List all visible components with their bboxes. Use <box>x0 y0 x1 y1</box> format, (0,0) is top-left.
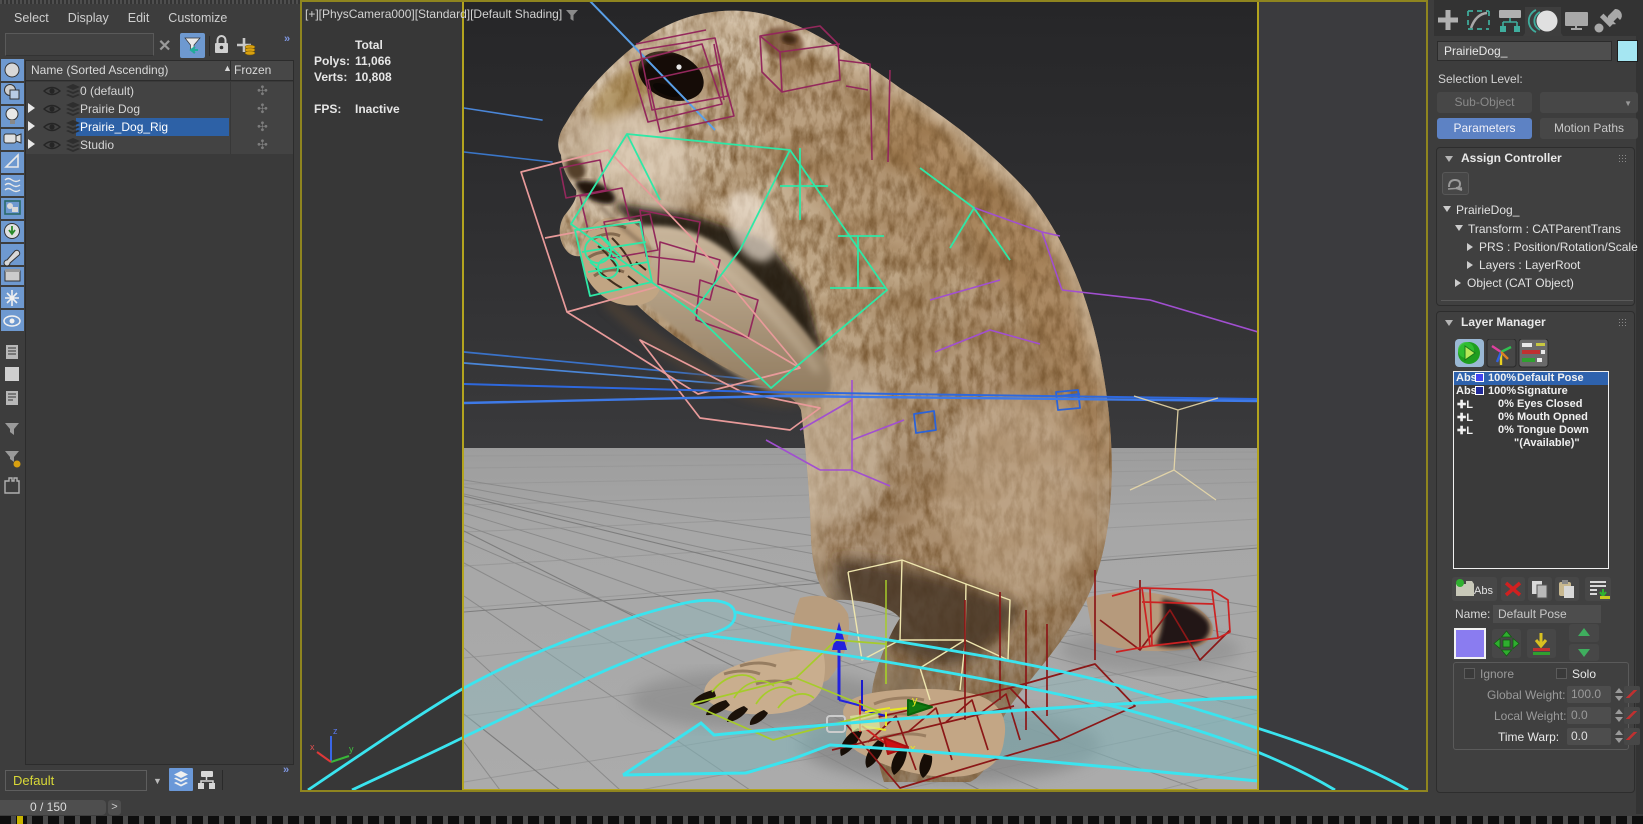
svg-text:z: z <box>333 726 338 736</box>
svg-text:FPS:: FPS: <box>314 102 341 116</box>
svg-text:Polys:: Polys: <box>314 54 350 68</box>
svg-text:x: x <box>310 742 315 752</box>
svg-text:Total: Total <box>355 38 383 52</box>
svg-text:y: y <box>912 695 918 707</box>
svg-text:Inactive: Inactive <box>355 102 400 116</box>
svg-text:10,808: 10,808 <box>355 70 392 84</box>
svg-text:y: y <box>349 744 354 754</box>
svg-text:x: x <box>910 743 916 755</box>
svg-text:11,066: 11,066 <box>355 54 391 68</box>
svg-text:Verts:: Verts: <box>314 70 347 84</box>
svg-text:Abs: Abs <box>1474 585 1493 597</box>
svg-text:[+][PhysCamera000][Standard][D: [+][PhysCamera000][Standard][Default Sha… <box>305 7 562 21</box>
